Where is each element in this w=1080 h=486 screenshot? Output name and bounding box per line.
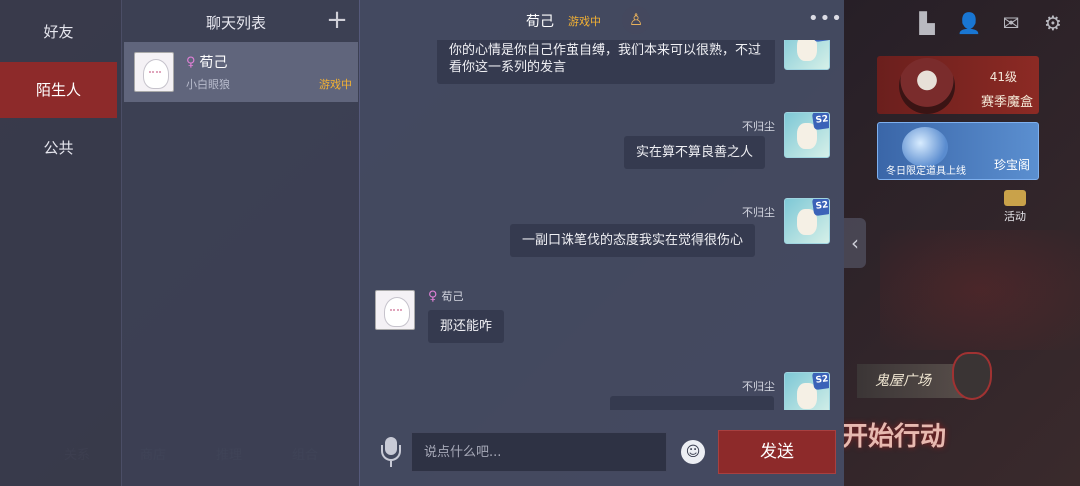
sender-name: 不归尘 — [742, 380, 775, 393]
contact-chat-avatar[interactable] — [375, 290, 415, 330]
crystal-ball-art — [902, 127, 948, 167]
add-friend-top-icon[interactable]: 👤 — [956, 10, 982, 36]
game-top-bar: ▙ 👤 ✉ ⚙ — [914, 10, 1066, 36]
chat-contact-name: 荀己 — [526, 14, 554, 30]
chat-window: 荀己 游戏中 ♙ ••• 你的心情是你自己作茧自缚，我们本来可以很熟，不过看你这… — [359, 0, 844, 486]
background-glow — [880, 230, 1080, 350]
message-area[interactable]: 你的心情是你自己作茧自缚，我们本来可以很熟，不过看你这一系列的发言 S2 不归尘… — [360, 40, 845, 410]
microphone-icon[interactable] — [380, 437, 402, 469]
female-icon: ♀ — [428, 288, 438, 304]
chat-tab-rail: 好友 陌生人 公共 — [0, 0, 121, 486]
tab-friends[interactable]: 好友 — [0, 4, 117, 60]
activity-chest-icon — [1004, 190, 1026, 206]
chat-list-header: 聊天列表 + — [122, 0, 360, 40]
treasure-title: 珍宝阁 — [993, 158, 1030, 172]
add-friend-icon[interactable]: ♙ — [622, 6, 650, 34]
ghost-mask-icon — [952, 352, 992, 400]
gear-icon[interactable]: ⚙ — [1040, 10, 1066, 36]
chat-list-panel: 聊天列表 + ♀ 荀己 小白眼狼 游戏中 — [121, 0, 359, 486]
season-box-banner[interactable]: 41级 赛季魔盒 — [877, 56, 1039, 114]
treasure-pavilion-banner[interactable]: 珍宝阁 冬日限定道具上线 — [877, 122, 1039, 180]
self-avatar[interactable]: S2 — [784, 372, 830, 410]
emoji-icon[interactable]: ☺ — [681, 440, 705, 464]
season-badge: S2 — [811, 199, 829, 217]
plus-icon[interactable]: + — [324, 6, 350, 34]
input-row: ☺ 发送 — [360, 410, 845, 486]
message-bubble — [610, 396, 774, 410]
contact-subtitle: 小白眼狼 — [186, 78, 230, 91]
message-bubble: 实在算不算良善之人 — [624, 136, 766, 169]
sender-name-row: ♀ 荀己 — [428, 288, 464, 304]
self-avatar[interactable]: S2 — [784, 40, 830, 70]
contact-status: 游戏中 — [319, 78, 352, 91]
female-icon: ♀ — [186, 54, 196, 70]
contact-name: 荀己 — [199, 55, 228, 71]
sender-name: 荀己 — [441, 290, 464, 303]
season-badge: S2 — [811, 373, 829, 391]
chat-header: 荀己 游戏中 ♙ ••• — [360, 0, 845, 40]
chevron-left-icon[interactable]: ‹ — [844, 218, 866, 268]
more-icon[interactable]: ••• — [808, 8, 843, 29]
activity-label: 活动 — [1004, 210, 1026, 223]
mail-icon[interactable]: ✉ — [998, 10, 1024, 36]
tab-strangers[interactable]: 陌生人 — [0, 62, 117, 118]
mic-arc — [381, 445, 401, 461]
mic-stem — [390, 461, 392, 467]
contact-name-row: ♀ 荀己 — [186, 52, 228, 72]
treasure-subtitle: 冬日限定道具上线 — [886, 166, 966, 177]
ranking-icon[interactable]: ▙ — [914, 10, 940, 36]
contact-list-item[interactable]: ♀ 荀己 小白眼狼 游戏中 — [124, 42, 358, 102]
activity-button[interactable]: 活动 — [1000, 190, 1030, 224]
message-input[interactable] — [411, 432, 667, 472]
sender-name: 不归尘 — [742, 206, 775, 219]
message-bubble: 一副口诛笔伐的态度我实在觉得很伤心 — [510, 224, 756, 257]
season-character-art — [899, 58, 955, 114]
chat-list-title: 聊天列表 — [206, 14, 267, 32]
season-badge: S2 — [811, 113, 829, 131]
message-bubble: 你的心情是你自己作茧自缚，我们本来可以很熟，不过看你这一系列的发言 — [437, 40, 775, 84]
contact-avatar — [134, 52, 174, 92]
chat-contact-status: 游戏中 — [568, 15, 601, 28]
season-box-title: 赛季魔盒 — [980, 95, 1033, 110]
start-action-button[interactable]: 开始行动 — [836, 412, 996, 462]
season-badge: S2 — [811, 40, 829, 43]
send-button[interactable]: 发送 — [718, 430, 836, 474]
season-level: 41级 — [989, 70, 1017, 84]
tab-public[interactable]: 公共 — [0, 120, 117, 176]
message-bubble: 那还能咋 — [428, 310, 505, 343]
sender-name: 不归尘 — [742, 120, 775, 133]
self-avatar[interactable]: S2 — [784, 198, 830, 244]
self-avatar[interactable]: S2 — [784, 112, 830, 158]
